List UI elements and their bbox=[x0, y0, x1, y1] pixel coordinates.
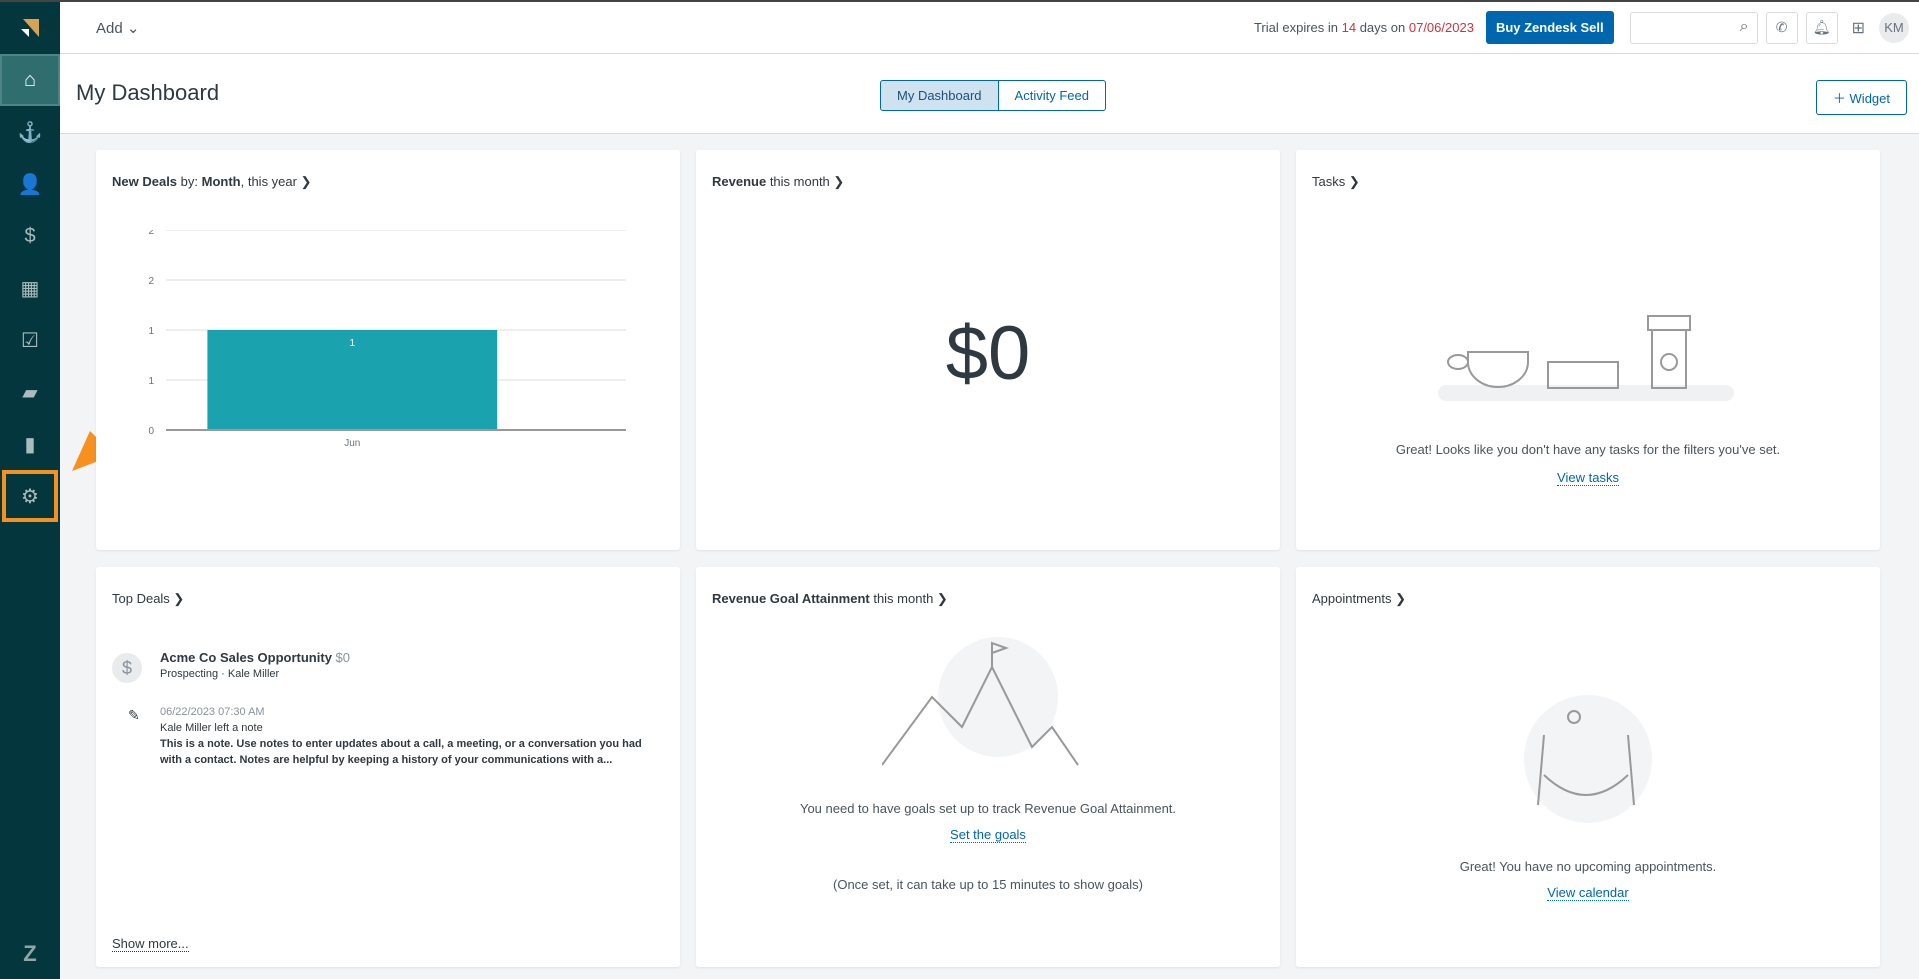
revenue-goal-card: Revenue Goal Attainment this month ❯ You… bbox=[696, 567, 1280, 967]
new-deals-chart: 0 1 1 2 2 1 Jun bbox=[148, 230, 626, 449]
revenue-value: $0 bbox=[945, 311, 1031, 396]
card-title[interactable]: New Deals by: Month, this year ❯ bbox=[112, 174, 311, 190]
view-calendar-link[interactable]: View calendar bbox=[1547, 885, 1629, 901]
y-tick-label: 1 bbox=[148, 376, 154, 387]
page-title: My Dashboard bbox=[76, 80, 220, 105]
x-tick-label: Jun bbox=[344, 438, 360, 449]
card-title[interactable]: Top Deals ❯ bbox=[112, 591, 184, 607]
y-tick-label: 1 bbox=[148, 326, 154, 337]
note-text: This is a note. Use notes to enter updat… bbox=[160, 738, 642, 766]
sidebar: ⌂ ⚓ 👤 $ ▦ ☑ ▰ ▮ ⚙ Z bbox=[0, 2, 60, 979]
card-title[interactable]: Revenue Goal Attainment this month ❯ bbox=[712, 591, 948, 607]
tasks-icon[interactable]: ☑ bbox=[0, 314, 60, 366]
card-title[interactable]: Revenue this month ❯ bbox=[712, 174, 844, 190]
add-label: Add bbox=[96, 19, 123, 37]
add-widget-button[interactable]: ＋ Widget bbox=[1815, 80, 1907, 115]
mountain-illustration bbox=[882, 637, 1079, 766]
deal-icon: $ bbox=[112, 653, 142, 683]
revenue-card: Revenue this month ❯ $0 bbox=[696, 150, 1280, 550]
contacts-icon[interactable]: 👤 bbox=[0, 158, 60, 210]
communications-icon[interactable]: ▰ bbox=[0, 366, 60, 418]
coffee-illustration bbox=[1438, 315, 1734, 401]
buy-zendesk-sell-button[interactable]: Buy Zendesk Sell bbox=[1485, 11, 1614, 44]
plus-icon: ＋ bbox=[1832, 91, 1846, 106]
goal-message: You need to have goals set up to track R… bbox=[799, 801, 1177, 816]
apps-grid-icon[interactable]: ⊞ bbox=[1846, 18, 1871, 38]
zendesk-icon[interactable]: Z bbox=[0, 941, 60, 967]
chevron-down-icon: ⌄ bbox=[126, 19, 140, 37]
bell-icon[interactable]: 🔔︎ bbox=[1805, 11, 1838, 44]
new-deals-card: New Deals by: Month, this year ❯ 0 1 1 2 2 1 J… bbox=[96, 150, 680, 550]
deal-name-link[interactable]: Acme Co Sales Opportunity bbox=[160, 650, 332, 665]
y-tick-label: 2 bbox=[148, 230, 154, 237]
appointments-message: Great! You have no upcoming appointments… bbox=[1459, 859, 1717, 874]
phone-icon[interactable]: ✆ bbox=[1765, 11, 1798, 44]
deals-icon[interactable]: $ bbox=[0, 210, 60, 262]
settings-icon[interactable]: ⚙ bbox=[2, 470, 58, 522]
hammock-illustration bbox=[1524, 695, 1652, 823]
reports-icon[interactable]: ▮ bbox=[0, 418, 60, 470]
search-input[interactable]: ⌕ bbox=[1629, 11, 1758, 44]
appointments-card: Appointments ❯ Great! You have no upcomi… bbox=[1296, 567, 1880, 967]
search-icon: ⌕ bbox=[1739, 17, 1749, 35]
calendar-icon[interactable]: ▦ bbox=[0, 262, 60, 314]
tab-my-dashboard[interactable]: My Dashboard bbox=[880, 80, 999, 111]
trial-notice: Trial expires in 14 days on 07/06/2023 bbox=[1253, 20, 1474, 35]
tasks-message: Great! Looks like you don't have any tas… bbox=[1395, 442, 1781, 457]
set-goals-link[interactable]: Set the goals bbox=[950, 827, 1026, 843]
goal-note: (Once set, it can take up to 15 minutes … bbox=[833, 877, 1143, 892]
y-tick-label: 0 bbox=[148, 426, 154, 437]
show-more-link[interactable]: Show more... bbox=[112, 936, 189, 952]
avatar[interactable]: KM bbox=[1879, 12, 1909, 43]
top-bar: Add ⌄ Trial expires in 14 days on 07/06/… bbox=[60, 2, 1919, 54]
card-title[interactable]: Appointments ❯ bbox=[1312, 591, 1406, 607]
zendesk-sell-logo[interactable] bbox=[0, 2, 60, 54]
data-label: 1 bbox=[350, 338, 356, 349]
home-icon[interactable]: ⌂ bbox=[0, 54, 60, 106]
card-title[interactable]: Tasks ❯ bbox=[1312, 174, 1360, 190]
leads-icon[interactable]: ⚓ bbox=[0, 106, 60, 158]
note-icon: ✎ bbox=[128, 707, 140, 723]
deal-meta: Prospecting · Kale Miller bbox=[160, 668, 280, 680]
y-tick-label: 2 bbox=[148, 276, 154, 287]
top-deals-card: Top Deals ❯ $ Acme Co Sales Opportunity … bbox=[96, 567, 680, 967]
tasks-card: Tasks ❯ Great! Looks like you don't have… bbox=[1296, 150, 1880, 550]
view-tasks-link[interactable]: View tasks bbox=[1557, 470, 1619, 486]
add-dropdown[interactable]: Add ⌄ bbox=[96, 19, 139, 37]
page-header: My Dashboard My Dashboard Activity Feed … bbox=[60, 54, 1919, 134]
tab-activity-feed[interactable]: Activity Feed bbox=[998, 80, 1106, 111]
